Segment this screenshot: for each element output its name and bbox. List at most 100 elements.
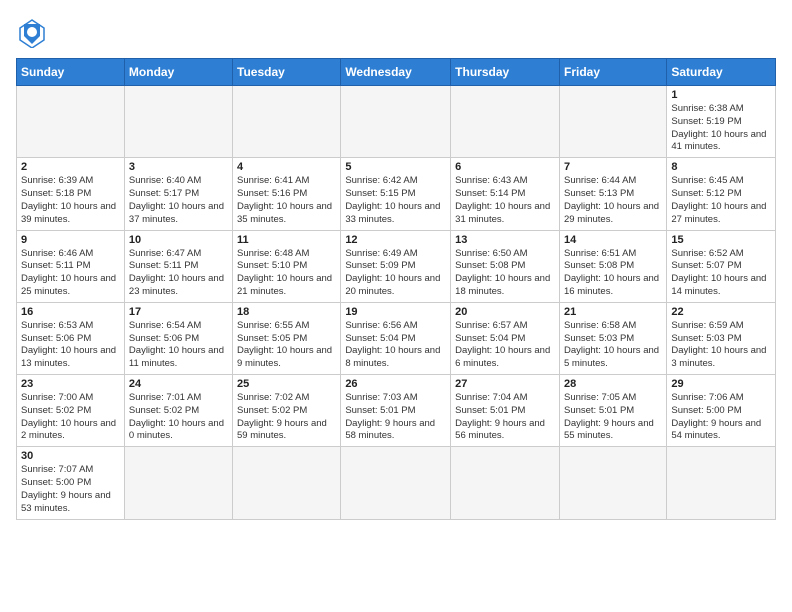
day-info: Sunrise: 6:54 AMSunset: 5:06 PMDaylight:… <box>129 320 228 371</box>
day-number: 13 <box>455 234 555 246</box>
day-number: 24 <box>129 378 228 390</box>
week-row-1: 2 Sunrise: 6:39 AMSunset: 5:18 PMDaylight… <box>17 158 776 230</box>
day-cell-empty <box>559 447 666 519</box>
day-number: 4 <box>237 161 336 173</box>
day-number: 30 <box>21 450 120 462</box>
weekday-header-tuesday: Tuesday <box>233 59 341 86</box>
day-number: 26 <box>345 378 446 390</box>
day-cell-10: 10Sunrise: 6:47 AMSunset: 5:11 PMDayligh… <box>124 230 232 302</box>
day-info: Sunrise: 7:03 AMSunset: 5:01 PMDaylight:… <box>345 392 446 443</box>
day-info: Sunrise: 6:55 AMSunset: 5:05 PMDaylight:… <box>237 320 336 371</box>
day-cell-28: 28Sunrise: 7:05 AMSunset: 5:01 PMDayligh… <box>559 375 666 447</box>
day-cell-15: 15 Sunrise: 6:52 AMSunset: 5:07 PMDayligh… <box>667 230 776 302</box>
day-cell-11: 11 Sunrise: 6:48 AMSunset: 5:10 PMDayligh… <box>233 230 341 302</box>
day-number: 1 <box>671 89 771 101</box>
page: SundayMondayTuesdayWednesdayThursdayFrid… <box>0 0 792 612</box>
day-cell-4: 4 Sunrise: 6:41 AMSunset: 5:16 PMDaylight… <box>233 158 341 230</box>
day-number: 12 <box>345 234 446 246</box>
day-info: Sunrise: 6:43 AMSunset: 5:14 PMDaylight:… <box>455 175 555 226</box>
day-info: Sunrise: 6:42 AMSunset: 5:15 PMDaylight:… <box>345 175 446 226</box>
header <box>16 16 776 48</box>
day-cell-25: 25 Sunrise: 7:02 AMSunset: 5:02 PMDayligh… <box>233 375 341 447</box>
day-info: Sunrise: 6:51 AMSunset: 5:08 PMDaylight:… <box>564 248 662 299</box>
day-info: Sunrise: 6:52 AMSunset: 5:07 PMDaylight:… <box>671 248 771 299</box>
day-info: Sunrise: 6:39 AMSunset: 5:18 PMDaylight:… <box>21 175 120 226</box>
calendar: SundayMondayTuesdayWednesdayThursdayFrid… <box>16 58 776 520</box>
day-cell-empty <box>341 447 451 519</box>
weekday-header-saturday: Saturday <box>667 59 776 86</box>
day-info: Sunrise: 6:53 AMSunset: 5:06 PMDaylight:… <box>21 320 120 371</box>
day-cell-8: 8 Sunrise: 6:45 AMSunset: 5:12 PMDaylight… <box>667 158 776 230</box>
day-number: 6 <box>455 161 555 173</box>
day-number: 22 <box>671 306 771 318</box>
day-number: 11 <box>237 234 336 246</box>
day-info: Sunrise: 6:40 AMSunset: 5:17 PMDaylight:… <box>129 175 228 226</box>
day-info: Sunrise: 6:59 AMSunset: 5:03 PMDaylight:… <box>671 320 771 371</box>
day-cell-empty <box>559 86 666 158</box>
day-number: 23 <box>21 378 120 390</box>
week-row-0: 1 Sunrise: 6:38 AMSunset: 5:19 PMDaylight… <box>17 86 776 158</box>
day-info: Sunrise: 6:41 AMSunset: 5:16 PMDaylight:… <box>237 175 336 226</box>
day-number: 27 <box>455 378 555 390</box>
day-info: Sunrise: 6:45 AMSunset: 5:12 PMDaylight:… <box>671 175 771 226</box>
day-cell-14: 14 Sunrise: 6:51 AMSunset: 5:08 PMDayligh… <box>559 230 666 302</box>
day-cell-29: 29 Sunrise: 7:06 AMSunset: 5:00 PMDayligh… <box>667 375 776 447</box>
day-cell-1: 1 Sunrise: 6:38 AMSunset: 5:19 PMDaylight… <box>667 86 776 158</box>
day-cell-26: 26 Sunrise: 7:03 AMSunset: 5:01 PMDayligh… <box>341 375 451 447</box>
day-number: 19 <box>345 306 446 318</box>
day-number: 8 <box>671 161 771 173</box>
day-info: Sunrise: 7:06 AMSunset: 5:00 PMDaylight:… <box>671 392 771 443</box>
day-number: 17 <box>129 306 228 318</box>
day-cell-9: 9Sunrise: 6:46 AMSunset: 5:11 PMDaylight… <box>17 230 125 302</box>
day-number: 5 <box>345 161 446 173</box>
weekday-header-row: SundayMondayTuesdayWednesdayThursdayFrid… <box>17 59 776 86</box>
day-cell-30: 30 Sunrise: 7:07 AMSunset: 5:00 PMDayligh… <box>17 447 125 519</box>
day-cell-empty <box>124 86 232 158</box>
day-number: 25 <box>237 378 336 390</box>
week-row-5: 30 Sunrise: 7:07 AMSunset: 5:00 PMDayligh… <box>17 447 776 519</box>
day-info: Sunrise: 7:00 AMSunset: 5:02 PMDaylight:… <box>21 392 120 443</box>
day-info: Sunrise: 6:58 AMSunset: 5:03 PMDaylight:… <box>564 320 662 371</box>
day-cell-empty <box>341 86 451 158</box>
day-number: 21 <box>564 306 662 318</box>
day-info: Sunrise: 7:07 AMSunset: 5:00 PMDaylight:… <box>21 464 120 515</box>
day-number: 28 <box>564 378 662 390</box>
day-number: 20 <box>455 306 555 318</box>
day-cell-empty <box>667 447 776 519</box>
day-number: 18 <box>237 306 336 318</box>
day-info: Sunrise: 7:04 AMSunset: 5:01 PMDaylight:… <box>455 392 555 443</box>
day-cell-empty <box>124 447 232 519</box>
day-info: Sunrise: 7:01 AMSunset: 5:02 PMDaylight:… <box>129 392 228 443</box>
day-cell-5: 5 Sunrise: 6:42 AMSunset: 5:15 PMDaylight… <box>341 158 451 230</box>
day-number: 2 <box>21 161 120 173</box>
day-info: Sunrise: 6:47 AMSunset: 5:11 PMDaylight:… <box>129 248 228 299</box>
day-cell-empty <box>451 447 560 519</box>
day-number: 14 <box>564 234 662 246</box>
day-info: Sunrise: 7:02 AMSunset: 5:02 PMDaylight:… <box>237 392 336 443</box>
day-number: 15 <box>671 234 771 246</box>
day-info: Sunrise: 6:49 AMSunset: 5:09 PMDaylight:… <box>345 248 446 299</box>
logo-icon <box>16 16 48 48</box>
day-cell-6: 6 Sunrise: 6:43 AMSunset: 5:14 PMDaylight… <box>451 158 560 230</box>
weekday-header-monday: Monday <box>124 59 232 86</box>
day-cell-17: 17 Sunrise: 6:54 AMSunset: 5:06 PMDayligh… <box>124 302 232 374</box>
week-row-2: 9Sunrise: 6:46 AMSunset: 5:11 PMDaylight… <box>17 230 776 302</box>
day-cell-18: 18 Sunrise: 6:55 AMSunset: 5:05 PMDayligh… <box>233 302 341 374</box>
day-number: 29 <box>671 378 771 390</box>
week-row-4: 23 Sunrise: 7:00 AMSunset: 5:02 PMDayligh… <box>17 375 776 447</box>
day-cell-23: 23 Sunrise: 7:00 AMSunset: 5:02 PMDayligh… <box>17 375 125 447</box>
day-cell-empty <box>233 447 341 519</box>
day-info: Sunrise: 6:50 AMSunset: 5:08 PMDaylight:… <box>455 248 555 299</box>
day-cell-3: 3Sunrise: 6:40 AMSunset: 5:17 PMDaylight… <box>124 158 232 230</box>
day-cell-empty <box>451 86 560 158</box>
day-info: Sunrise: 6:38 AMSunset: 5:19 PMDaylight:… <box>671 103 771 154</box>
day-cell-7: 7Sunrise: 6:44 AMSunset: 5:13 PMDaylight… <box>559 158 666 230</box>
day-cell-12: 12 Sunrise: 6:49 AMSunset: 5:09 PMDayligh… <box>341 230 451 302</box>
day-cell-22: 22 Sunrise: 6:59 AMSunset: 5:03 PMDayligh… <box>667 302 776 374</box>
weekday-header-sunday: Sunday <box>17 59 125 86</box>
day-cell-13: 13 Sunrise: 6:50 AMSunset: 5:08 PMDayligh… <box>451 230 560 302</box>
logo <box>16 16 52 48</box>
day-info: Sunrise: 6:48 AMSunset: 5:10 PMDaylight:… <box>237 248 336 299</box>
day-info: Sunrise: 6:57 AMSunset: 5:04 PMDaylight:… <box>455 320 555 371</box>
day-cell-24: 24 Sunrise: 7:01 AMSunset: 5:02 PMDayligh… <box>124 375 232 447</box>
